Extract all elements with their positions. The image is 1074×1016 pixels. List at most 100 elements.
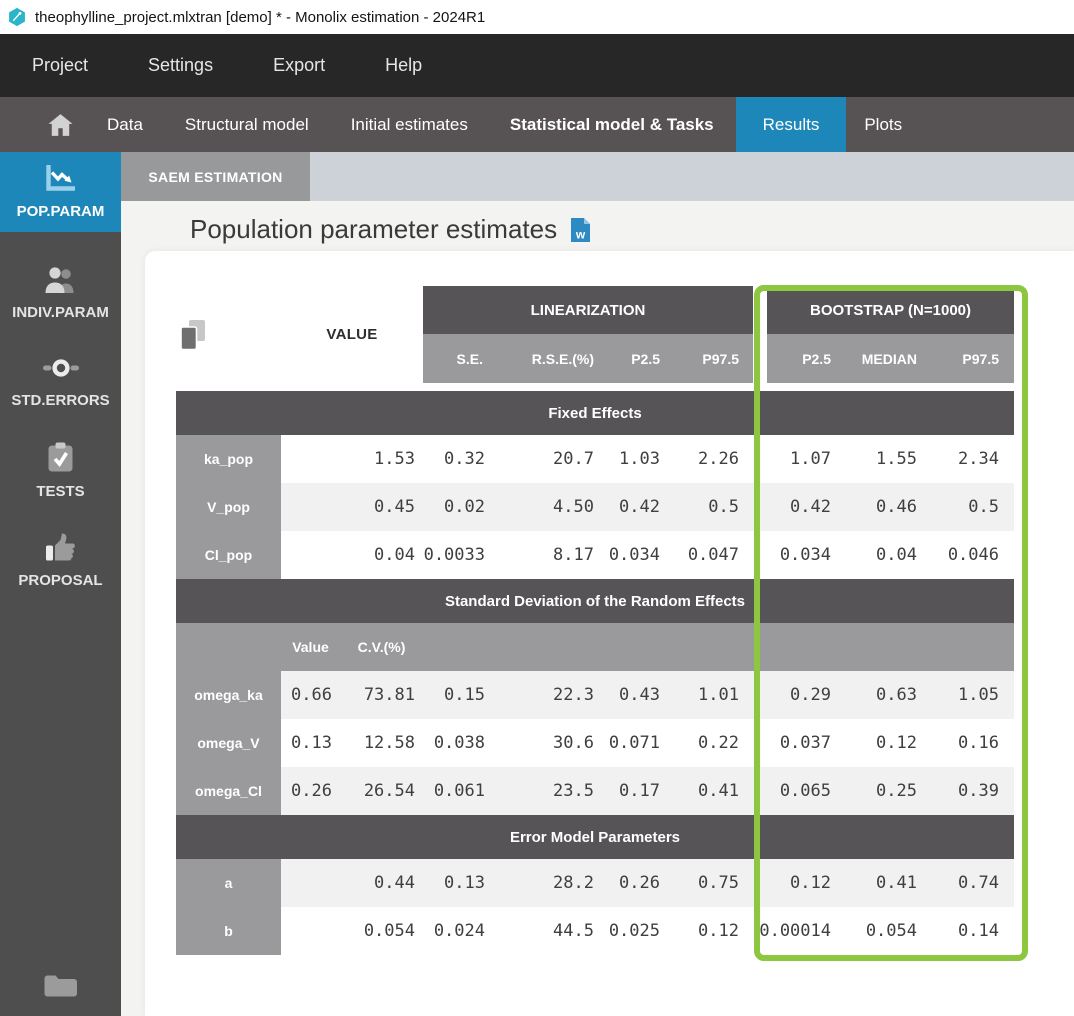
sidebar-folder[interactable]	[0, 970, 121, 1002]
bootstrap-group-header: BOOTSTRAP (N=1000)	[767, 286, 1014, 334]
cell-linearization-2: 0.17	[608, 767, 672, 815]
col-header-rse: R.S.E.(%)	[497, 334, 608, 383]
cell-linearization-3: 0.047	[672, 531, 753, 579]
cell-bootstrap-1: 0.04	[846, 531, 932, 579]
thumbs-up-icon	[45, 532, 76, 565]
cell-linearization-2: 0.025	[608, 907, 672, 955]
menu-settings[interactable]: Settings	[148, 55, 213, 76]
tab-structural-model[interactable]: Structural model	[185, 115, 309, 135]
table-row: b0.0540.02444.50.0250.120.000140.0540.14	[176, 907, 1014, 955]
cell-linearization-3: 0.12	[672, 907, 753, 955]
cell-value: 0.04	[281, 531, 423, 579]
cell-linearization-2: 0.42	[608, 483, 672, 531]
sidebar-item-indiv-param[interactable]: INDIV.PARAM	[0, 255, 121, 331]
cell-linearization-2: 0.034	[608, 531, 672, 579]
cell-linearization-1: 22.3	[497, 671, 608, 719]
row-label: b	[176, 907, 281, 955]
cell-linearization-2: 1.03	[608, 435, 672, 483]
cell-linearization-3: 0.5	[672, 483, 753, 531]
menu-export[interactable]: Export	[273, 55, 325, 76]
app-logo-icon	[7, 7, 27, 27]
sidebar-item-std-errors[interactable]: STD.ERRORS	[0, 344, 121, 420]
table-row: omega_ka0.6673.810.1522.30.431.010.290.6…	[176, 671, 1014, 719]
header-gutter	[753, 334, 767, 383]
cell-value: 1.53	[281, 435, 423, 483]
cell-cv: 73.81	[340, 671, 423, 719]
svg-text:w: w	[575, 227, 586, 241]
sidebar-item-pop-param[interactable]: POP.PARAM	[0, 152, 121, 232]
cell-linearization-2: 0.071	[608, 719, 672, 767]
cell-bootstrap-1: 0.46	[846, 483, 932, 531]
menu-help[interactable]: Help	[385, 55, 422, 76]
table-row: ka_pop1.530.3220.71.032.261.071.552.34	[176, 435, 1014, 483]
menubar: Project Settings Export Help	[0, 34, 1074, 97]
window-title: theophylline_project.mlxtran [demo] * - …	[35, 9, 485, 26]
section-header: Fixed Effects	[176, 391, 1014, 435]
value-subheader-row: ValueC.V.(%)	[176, 623, 1014, 671]
content-row: POP.PARAM INDIV.PARAM STD.ERRORS TESTS P…	[0, 152, 1074, 1016]
row-label: omega_V	[176, 719, 281, 767]
page-title: Population parameter estimates	[190, 214, 557, 245]
cell-bootstrap-2: 0.39	[932, 767, 1014, 815]
table-header: VALUE LINEARIZATION BOOTSTRAP (N=1000) S…	[176, 286, 1014, 383]
page-title-row: Population parameter estimates w	[190, 214, 1074, 245]
header-gutter	[753, 286, 767, 334]
window-titlebar: theophylline_project.mlxtran [demo] * - …	[0, 0, 1074, 34]
cell-linearization-0: 0.32	[423, 435, 497, 483]
population-parameter-table: VALUE LINEARIZATION BOOTSTRAP (N=1000) S…	[176, 286, 1014, 955]
col-header-boot-p975: P97.5	[932, 334, 1014, 383]
col-header-boot-median: MEDIAN	[846, 334, 932, 383]
cell-bootstrap-2: 0.74	[932, 859, 1014, 907]
tab-results[interactable]: Results	[736, 97, 847, 152]
cell-linearization-1: 8.17	[497, 531, 608, 579]
home-icon[interactable]	[0, 113, 121, 137]
cell-linearization-0: 0.13	[423, 859, 497, 907]
subtab-saem-estimation[interactable]: SAEM ESTIMATION	[121, 152, 310, 201]
cell-linearization-1: 30.6	[497, 719, 608, 767]
table-row: Cl_pop0.040.00338.170.0340.0470.0340.040…	[176, 531, 1014, 579]
sidebar-item-label: INDIV.PARAM	[12, 304, 109, 321]
row-label: a	[176, 859, 281, 907]
tab-plots[interactable]: Plots	[864, 115, 902, 135]
cell-linearization-1: 28.2	[497, 859, 608, 907]
people-icon	[43, 266, 79, 297]
word-export-button[interactable]: w	[570, 217, 591, 243]
copy-table-button[interactable]	[179, 319, 207, 356]
cell-value: 0.054	[281, 907, 423, 955]
cell-bootstrap-1: 0.25	[846, 767, 932, 815]
tab-data[interactable]: Data	[107, 115, 143, 135]
cell-bootstrap-0: 0.00014	[753, 907, 846, 955]
main-area: SAEM ESTIMATION Population parameter est…	[121, 152, 1074, 1016]
cell-bootstrap-0: 1.07	[753, 435, 846, 483]
cell-bootstrap-2: 0.5	[932, 483, 1014, 531]
tab-initial-estimates[interactable]: Initial estimates	[351, 115, 468, 135]
sidebar-item-label: TESTS	[36, 483, 84, 500]
sidebar-item-proposal[interactable]: PROPOSAL	[0, 522, 121, 598]
tab-statistical-model-tasks[interactable]: Statistical model & Tasks	[510, 115, 714, 135]
cell-linearization-2: 0.26	[608, 859, 672, 907]
col-header-se: S.E.	[423, 334, 497, 383]
cell-bootstrap-1: 0.054	[846, 907, 932, 955]
linearization-group-header: LINEARIZATION	[423, 286, 753, 334]
node-icon	[42, 355, 80, 385]
cell-linearization-1: 23.5	[497, 767, 608, 815]
cell-linearization-1: 4.50	[497, 483, 608, 531]
table-row: omega_V0.1312.580.03830.60.0710.220.0370…	[176, 719, 1014, 767]
sidebar: POP.PARAM INDIV.PARAM STD.ERRORS TESTS P…	[0, 152, 121, 1016]
sidebar-item-label: POP.PARAM	[17, 203, 105, 220]
cell-value: 0.13	[281, 719, 340, 767]
cell-bootstrap-0: 0.034	[753, 531, 846, 579]
cell-linearization-1: 20.7	[497, 435, 608, 483]
cell-linearization-3: 0.75	[672, 859, 753, 907]
cell-bootstrap-0: 0.42	[753, 483, 846, 531]
sidebar-item-tests[interactable]: TESTS	[0, 433, 121, 509]
subtab-strip: SAEM ESTIMATION	[121, 152, 1074, 201]
row-label: omega_Cl	[176, 767, 281, 815]
table-body: Fixed Effectska_pop1.530.3220.71.032.261…	[176, 391, 1014, 955]
cell-value: 0.44	[281, 859, 423, 907]
menu-project[interactable]: Project	[32, 55, 88, 76]
cell-linearization-0: 0.15	[423, 671, 497, 719]
cell-value: 0.66	[281, 671, 340, 719]
results-card: VALUE LINEARIZATION BOOTSTRAP (N=1000) S…	[145, 251, 1074, 1016]
cell-cv: 26.54	[340, 767, 423, 815]
